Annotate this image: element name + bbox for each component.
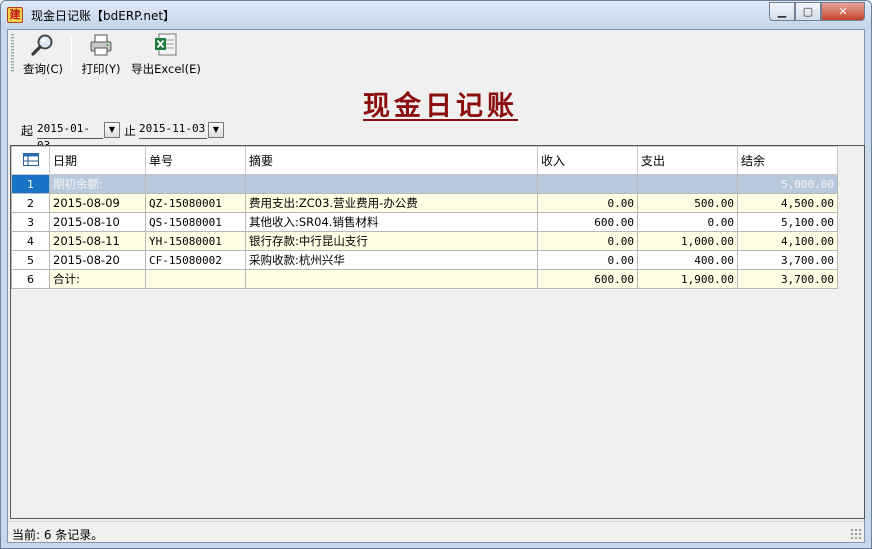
- cell-date[interactable]: 期初余额:: [49, 174, 146, 194]
- cell-number[interactable]: YH-15080001: [145, 231, 246, 251]
- cell-income[interactable]: [537, 174, 638, 194]
- cell-income[interactable]: 600.00: [537, 269, 638, 289]
- cell-income[interactable]: 600.00: [537, 212, 638, 232]
- cell-summary[interactable]: 采购收款:杭州兴华: [245, 250, 538, 270]
- grid-corner[interactable]: [11, 146, 50, 175]
- cell-expense[interactable]: 400.00: [637, 250, 738, 270]
- status-bar: 当前: 6 条记录。: [8, 521, 864, 542]
- cell-balance[interactable]: 3,700.00: [737, 250, 838, 270]
- cell-number[interactable]: CF-15080002: [145, 250, 246, 270]
- status-text: 当前: 6 条记录。: [12, 528, 104, 542]
- export-label: 导出Excel(E): [131, 62, 201, 76]
- export-excel-button[interactable]: 导出Excel(E): [130, 33, 202, 76]
- end-date-input[interactable]: 2015-11-03: [139, 120, 207, 139]
- cell-number[interactable]: QS-15080001: [145, 212, 246, 232]
- row-indicator[interactable]: 2: [11, 193, 50, 213]
- row-indicator[interactable]: 5: [11, 250, 50, 270]
- cell-balance[interactable]: 4,500.00: [737, 193, 838, 213]
- row-indicator[interactable]: 1: [11, 174, 50, 194]
- end-date-label: 止: [124, 124, 137, 138]
- chevron-down-icon: ▼: [212, 125, 220, 134]
- start-date-input[interactable]: 2015-01-03: [37, 120, 103, 152]
- header-row: 日期 单号 摘要 收入 支出 结余: [11, 146, 838, 175]
- cell-balance[interactable]: 5,100.00: [737, 212, 838, 232]
- table-row[interactable]: 6 合计: 600.00 1,900.00 3,700.00: [11, 269, 838, 289]
- table-icon: [22, 152, 39, 166]
- print-button[interactable]: 打印(Y): [78, 33, 124, 76]
- toolbar-grip[interactable]: [11, 34, 14, 72]
- cell-income[interactable]: 0.00: [537, 250, 638, 270]
- column-header-number[interactable]: 单号: [145, 146, 246, 175]
- cell-summary[interactable]: 银行存款:中行昆山支行: [245, 231, 538, 251]
- table-row[interactable]: 2 2015-08-09 QZ-15080001 费用支出:ZC03.营业费用-办公费…: [11, 193, 838, 213]
- cell-number[interactable]: [145, 174, 246, 194]
- query-button[interactable]: 查询(C): [20, 33, 66, 76]
- start-date-label: 起: [21, 124, 34, 138]
- print-label: 打印(Y): [81, 62, 121, 76]
- cell-summary[interactable]: 其他收入:SR04.销售材料: [245, 212, 538, 232]
- printer-icon: [90, 34, 112, 56]
- close-icon: ✕: [838, 5, 848, 18]
- resize-grip[interactable]: [850, 528, 862, 540]
- row-indicator[interactable]: 6: [11, 269, 50, 289]
- table-row[interactable]: 1 期初余额: 5,000.00: [11, 174, 838, 194]
- cell-income[interactable]: 0.00: [537, 193, 638, 213]
- maximize-icon: ▢: [802, 5, 814, 18]
- cell-expense[interactable]: 0.00: [637, 212, 738, 232]
- column-header-expense[interactable]: 支出: [637, 146, 738, 175]
- cell-date[interactable]: 2015-08-10: [49, 212, 146, 232]
- cell-balance[interactable]: 3,700.00: [737, 269, 838, 289]
- column-header-date[interactable]: 日期: [49, 146, 146, 175]
- cell-summary[interactable]: [245, 269, 538, 289]
- minimize-icon: ▁: [777, 5, 787, 18]
- cell-balance[interactable]: 5,000.00: [737, 174, 838, 194]
- cell-date[interactable]: 2015-08-09: [49, 193, 146, 213]
- table-row[interactable]: 3 2015-08-10 QS-15080001 其他收入:SR04.销售材料 600.…: [11, 212, 838, 232]
- cell-expense[interactable]: 1,000.00: [637, 231, 738, 251]
- cell-date[interactable]: 合计:: [49, 269, 146, 289]
- column-header-income[interactable]: 收入: [537, 146, 638, 175]
- title-bar[interactable]: 建 现金日记账【bdERP.net】 ▁ ▢ ✕: [1, 1, 871, 29]
- row-indicator[interactable]: 4: [11, 231, 50, 251]
- cell-date[interactable]: 2015-08-11: [49, 231, 146, 251]
- end-date-dropdown[interactable]: ▼: [208, 122, 224, 138]
- query-label: 查询(C): [22, 62, 63, 76]
- start-date-dropdown[interactable]: ▼: [104, 122, 120, 138]
- table-row[interactable]: 5 2015-08-20 CF-15080002 采购收款:杭州兴华 0.00 400.0…: [11, 250, 838, 270]
- cell-expense[interactable]: [637, 174, 738, 194]
- close-button[interactable]: ✕: [821, 2, 865, 21]
- cell-number[interactable]: [145, 269, 246, 289]
- excel-icon: [155, 33, 177, 56]
- cell-expense[interactable]: 500.00: [637, 193, 738, 213]
- cell-date[interactable]: 2015-08-20: [49, 250, 146, 270]
- toolbar: 查询(C) 打印(Y) 导出Excel(E): [8, 30, 864, 78]
- column-header-summary[interactable]: 摘要: [245, 146, 538, 175]
- minimize-button[interactable]: ▁: [769, 2, 795, 21]
- report-title: 现金日记账: [363, 91, 518, 122]
- cell-summary[interactable]: 费用支出:ZC03.营业费用-办公费: [245, 193, 538, 213]
- grid-body: 1 期初余额: 5,000.00 2 2015-08-09 QZ-15080001 费用支出…: [11, 174, 838, 289]
- window-title: 现金日记账【bdERP.net】: [31, 9, 176, 23]
- window-controls: ▁ ▢ ✕: [769, 2, 865, 21]
- magnifier-icon: [31, 34, 53, 56]
- column-header-balance[interactable]: 结余: [737, 146, 838, 175]
- cell-expense[interactable]: 1,900.00: [637, 269, 738, 289]
- row-indicator[interactable]: 3: [11, 212, 50, 232]
- table-row[interactable]: 4 2015-08-11 YH-15080001 银行存款:中行昆山支行 0.00 1,0…: [11, 231, 838, 251]
- maximize-button[interactable]: ▢: [795, 2, 821, 21]
- toolbar-separator: [71, 36, 72, 70]
- app-logo-icon: 建: [7, 7, 23, 23]
- app-window: 建 现金日记账【bdERP.net】 ▁ ▢ ✕ 查询(C) 打印(Y) 导出E…: [0, 0, 872, 549]
- ledger-grid[interactable]: 日期 单号 摘要 收入 支出 结余 1 期初余额: 5,000.00 2 2015-08…: [10, 145, 865, 519]
- cell-summary[interactable]: [245, 174, 538, 194]
- client-area: 查询(C) 打印(Y) 导出Excel(E) 现金日记账 起 2015-01- …: [7, 29, 865, 543]
- ledger-table: 日期 单号 摘要 收入 支出 结余 1 期初余额: 5,000.00 2 2015-08…: [11, 146, 838, 289]
- chevron-down-icon: ▼: [108, 125, 116, 134]
- cell-balance[interactable]: 4,100.00: [737, 231, 838, 251]
- cell-number[interactable]: QZ-15080001: [145, 193, 246, 213]
- cell-income[interactable]: 0.00: [537, 231, 638, 251]
